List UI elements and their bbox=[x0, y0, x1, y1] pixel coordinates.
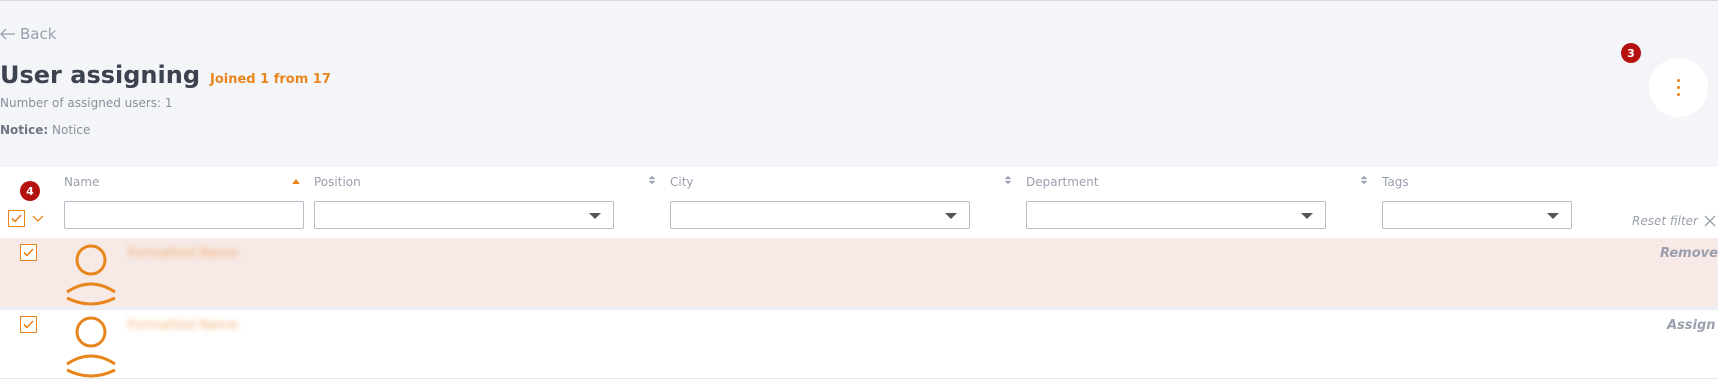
reset-filter-label: Reset filter bbox=[1632, 214, 1698, 228]
user-name: Formatted Name bbox=[128, 246, 238, 261]
back-label: Back bbox=[20, 25, 57, 43]
sort-icon[interactable] bbox=[648, 175, 656, 185]
reset-filter-button[interactable]: Reset filter bbox=[1632, 214, 1716, 228]
assigned-users-count: Number of assigned users: 1 bbox=[0, 96, 173, 110]
arrow-left-icon bbox=[0, 28, 15, 40]
sort-asc-icon[interactable] bbox=[292, 178, 300, 188]
user-icon bbox=[66, 244, 116, 306]
assign-button[interactable]: Assign bbox=[1667, 318, 1716, 333]
select-all-checkbox[interactable] bbox=[8, 210, 25, 227]
close-icon bbox=[1704, 215, 1716, 227]
callout-badge-3: 3 bbox=[1621, 43, 1641, 63]
more-options-button[interactable] bbox=[1649, 58, 1708, 117]
joined-count: Joined 1 from 17 bbox=[210, 72, 331, 87]
city-filter-select[interactable] bbox=[670, 201, 970, 229]
table-row[interactable]: Formatted Name Assign bbox=[0, 310, 1718, 379]
position-filter-select[interactable] bbox=[314, 201, 614, 229]
table-row[interactable]: Formatted Name Remove bbox=[0, 238, 1718, 306]
title-row: User assigning Joined 1 from 17 bbox=[0, 61, 331, 89]
more-vertical-icon bbox=[1677, 77, 1680, 98]
row-checkbox[interactable] bbox=[20, 316, 37, 333]
notice-value: Notice bbox=[52, 123, 91, 137]
notice: Notice: Notice bbox=[0, 123, 90, 137]
column-header-position[interactable]: Position bbox=[314, 175, 361, 189]
name-filter-input[interactable] bbox=[64, 201, 304, 229]
user-icon bbox=[66, 316, 116, 378]
notice-label: Notice: bbox=[0, 123, 49, 137]
user-name: Formatted Name bbox=[128, 318, 238, 333]
page-header: Back User assigning Joined 1 from 17 Num… bbox=[0, 1, 1718, 167]
page-title: User assigning bbox=[0, 61, 200, 89]
caret-down-icon bbox=[589, 213, 601, 219]
chevron-down-icon[interactable] bbox=[32, 215, 44, 223]
check-icon bbox=[23, 248, 34, 257]
sort-icon[interactable] bbox=[1360, 175, 1368, 185]
column-header-department[interactable]: Department bbox=[1026, 175, 1099, 189]
caret-down-icon bbox=[1547, 213, 1559, 219]
sort-icon[interactable] bbox=[1004, 175, 1012, 185]
check-icon bbox=[11, 214, 22, 223]
callout-badge-4: 4 bbox=[20, 181, 40, 201]
row-checkbox[interactable] bbox=[20, 244, 37, 261]
remove-button[interactable]: Remove bbox=[1660, 246, 1718, 261]
back-link[interactable]: Back bbox=[0, 25, 56, 43]
column-header-tags[interactable]: Tags bbox=[1382, 175, 1409, 189]
tags-filter-select[interactable] bbox=[1382, 201, 1572, 229]
check-icon bbox=[23, 320, 34, 329]
column-header-city[interactable]: City bbox=[670, 175, 694, 189]
department-filter-select[interactable] bbox=[1026, 201, 1326, 229]
column-header-name[interactable]: Name bbox=[64, 175, 99, 189]
caret-down-icon bbox=[945, 213, 957, 219]
caret-down-icon bbox=[1301, 213, 1313, 219]
